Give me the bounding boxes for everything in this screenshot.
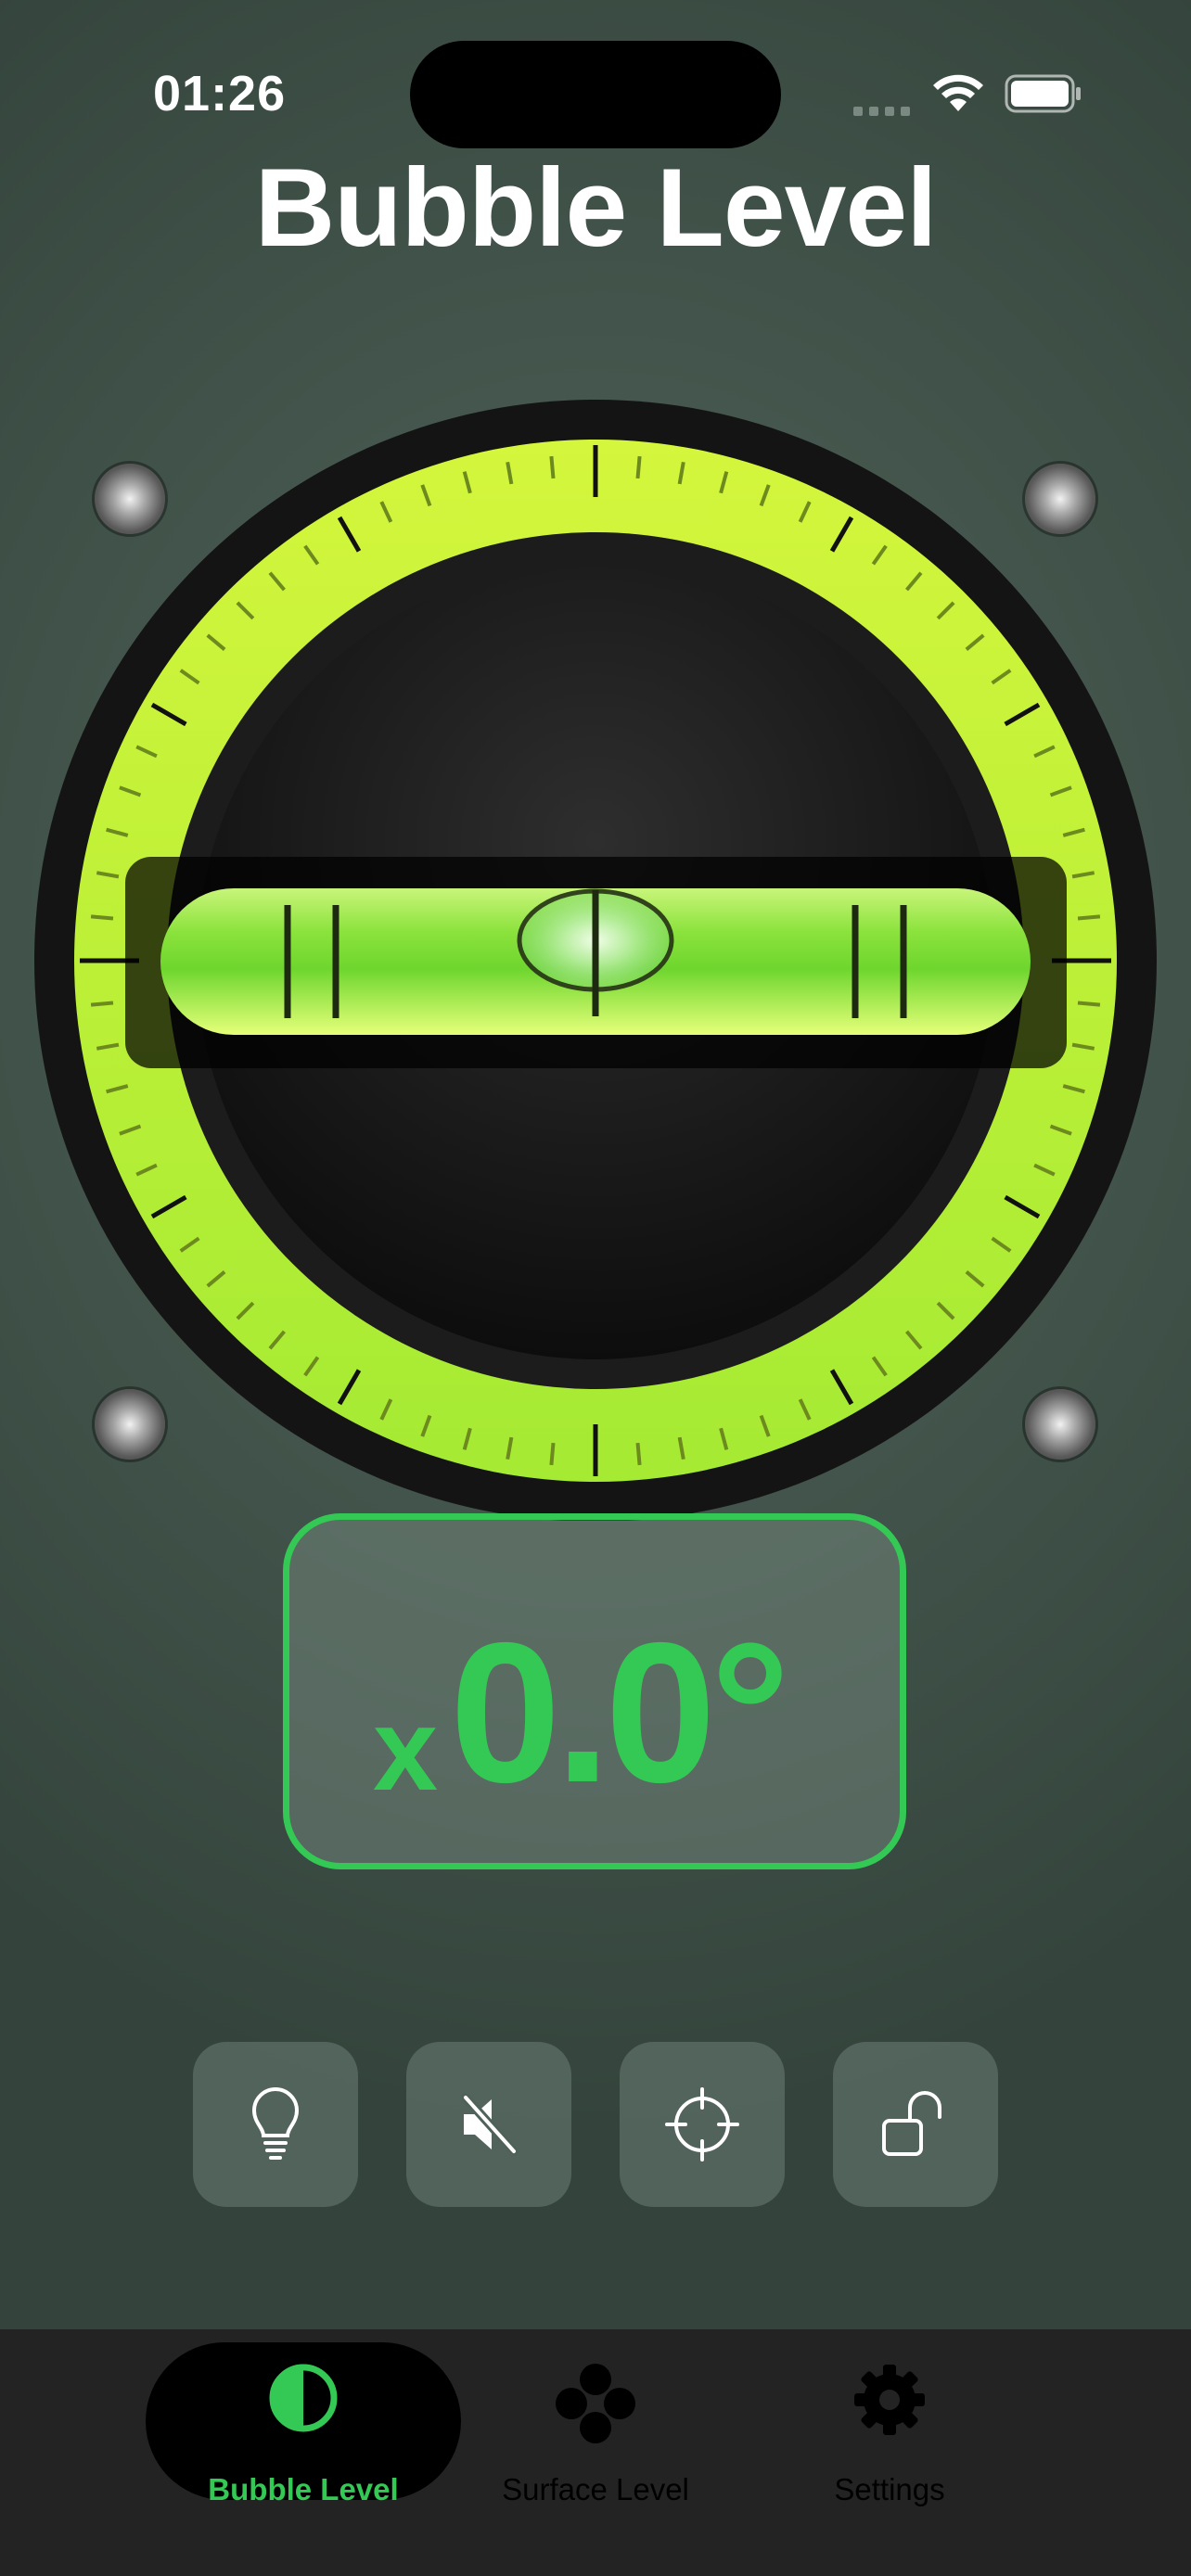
tab-label: Settings bbox=[834, 2472, 945, 2506]
tab-surface-level[interactable]: Surface Level bbox=[438, 2342, 753, 2506]
rivet-top-left bbox=[95, 464, 165, 534]
lightbulb-icon bbox=[251, 2087, 300, 2160]
tab-label: Surface Level bbox=[502, 2472, 689, 2506]
dial-tick bbox=[549, 455, 556, 479]
dial-tick bbox=[635, 1442, 642, 1466]
tab-settings[interactable]: Settings bbox=[732, 2342, 1047, 2506]
rivet-bottom-left bbox=[95, 1389, 165, 1460]
unlock-icon bbox=[882, 2091, 941, 2156]
gear-icon bbox=[854, 2365, 925, 2435]
dial-tick bbox=[1077, 1001, 1101, 1007]
half-circle-icon bbox=[269, 2364, 338, 2432]
angle-readout: x 0.0° bbox=[283, 1513, 906, 1869]
dial-tick bbox=[549, 1442, 556, 1466]
tab-label: Bubble Level bbox=[208, 2472, 399, 2506]
level-dial bbox=[34, 400, 1157, 1521]
angle-axis-label: x bbox=[373, 1684, 439, 1815]
rivet-top-right bbox=[1025, 464, 1095, 534]
angle-value: 0.0° bbox=[450, 1600, 790, 1824]
control-buttons bbox=[0, 2042, 1191, 2207]
tab-bubble-level[interactable]: Bubble Level bbox=[146, 2342, 461, 2506]
dial-tick bbox=[90, 914, 114, 921]
lock-button[interactable] bbox=[833, 2042, 998, 2207]
four-dots-icon bbox=[556, 2364, 635, 2443]
dial-tick bbox=[1077, 914, 1101, 921]
dial-tick bbox=[90, 1001, 114, 1007]
tab-bar: Bubble Level Surface Level Settings bbox=[0, 2329, 1191, 2576]
speaker-muted-icon bbox=[461, 2093, 519, 2156]
light-button[interactable] bbox=[193, 2042, 358, 2207]
calibrate-button[interactable] bbox=[620, 2042, 785, 2207]
dial-tick bbox=[635, 455, 642, 479]
rivet-bottom-right bbox=[1025, 1389, 1095, 1460]
crosshair-icon bbox=[665, 2087, 739, 2162]
mute-button[interactable] bbox=[406, 2042, 571, 2207]
